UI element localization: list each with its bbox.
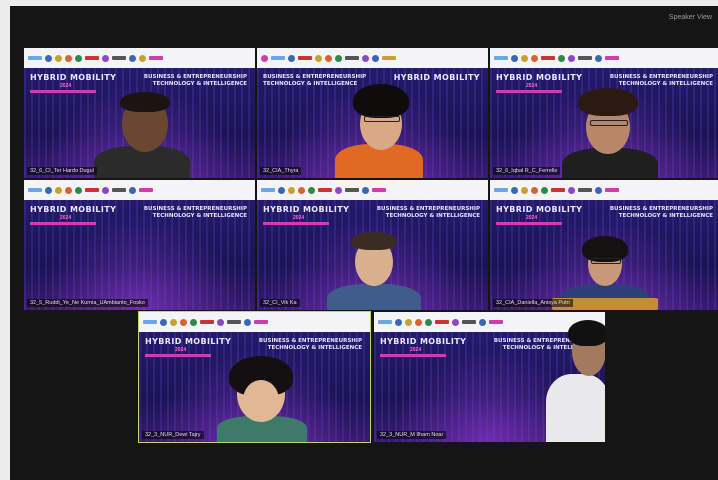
participant-name: 32_CIA_Thyra [260, 167, 302, 175]
sponsor-logos-banner [139, 312, 370, 332]
theme-line-1: BUSINESS & ENTREPRENEURSHIP [258, 338, 362, 344]
event-underline [145, 354, 211, 357]
event-underline [496, 222, 562, 225]
participant-name: 32_3_NUR_M Ilham Noar [377, 431, 447, 439]
participant-name: 32_CIA_Daniella_Anisya Putri [493, 299, 573, 307]
participant-name: 32_3_NUR_Dewi Tajry [142, 431, 204, 439]
participant-name: 32_CI_Vik Ka [260, 299, 300, 307]
participant-name: 32_5_Ruddi_Ye_Ne Kurnia_UAmbianto_Fosko [27, 299, 148, 307]
event-title: HYBRID MOBILITY [496, 73, 583, 82]
view-label[interactable]: Speaker View [669, 14, 712, 21]
event-year: 2024 [60, 215, 72, 221]
event-title: HYBRID MOBILITY [393, 73, 480, 82]
theme-line-1: BUSINESS & ENTREPRENEURSHIP [609, 206, 713, 212]
theme-line-2: TECHNOLOGY & INTELLIGENCE [263, 81, 358, 87]
participant-tile[interactable]: HYBRID MOBILITY 2024 BUSINESS & ENTREPRE… [374, 312, 605, 442]
sponsor-logos-banner [24, 180, 255, 200]
participant-tile[interactable]: HYBRID MOBILITY 2024 BUSINESS & ENTREPRE… [24, 48, 255, 178]
sponsor-logos-banner [257, 48, 488, 68]
theme-line-2: TECHNOLOGY & INTELLIGENCE [152, 213, 247, 219]
event-underline [263, 222, 329, 225]
theme-line-2: TECHNOLOGY & INTELLIGENCE [618, 81, 713, 87]
theme-line-2: TECHNOLOGY & INTELLIGENCE [618, 213, 713, 219]
theme-line-1: BUSINESS & ENTREPRENEURSHIP [376, 206, 480, 212]
participant-tile[interactable]: HYBRID MOBILITY 2024 BUSINESS & ENTREPRE… [24, 180, 255, 310]
event-year: 2024 [175, 347, 187, 353]
participant-name: 32_6_CI_Ter Hardo Dugul [27, 167, 97, 175]
theme-line-1: BUSINESS & ENTREPRENEURSHIP [263, 74, 367, 80]
event-underline [30, 222, 96, 225]
event-underline [496, 90, 562, 93]
sponsor-logos-banner [257, 180, 488, 200]
participant-tile[interactable]: HYBRID MOBILITY 2024 BUSINESS & ENTREPRE… [490, 180, 718, 310]
event-title: HYBRID MOBILITY [30, 73, 117, 82]
participant-name: 32_6_Iqbal R_C_Ferrelle [493, 167, 561, 175]
sponsor-logos-banner [490, 180, 718, 200]
event-title: HYBRID MOBILITY [145, 337, 232, 346]
participant-tile[interactable]: HYBRID MOBILITY 2024 BUSINESS & ENTREPRE… [257, 180, 488, 310]
participant-tile-active-speaker[interactable]: HYBRID MOBILITY 2024 BUSINESS & ENTREPRE… [138, 311, 371, 443]
event-title: HYBRID MOBILITY [380, 337, 467, 346]
sponsor-logos-banner [490, 48, 718, 68]
event-title: HYBRID MOBILITY [496, 205, 583, 214]
theme-line-1: BUSINESS & ENTREPRENEURSHIP [143, 206, 247, 212]
sponsor-logos-banner [24, 48, 255, 68]
event-year: 2024 [293, 215, 305, 221]
event-underline [30, 90, 96, 93]
event-year: 2024 [60, 83, 72, 89]
event-year: 2024 [526, 83, 538, 89]
event-year: 2024 [410, 347, 422, 353]
theme-line-1: BUSINESS & ENTREPRENEURSHIP [609, 74, 713, 80]
theme-line-2: TECHNOLOGY & INTELLIGENCE [152, 81, 247, 87]
meeting-window: Speaker View HYBRID MOBILITY 2024 BUSINE… [10, 6, 718, 480]
participant-tile[interactable]: BUSINESS & ENTREPRENEURSHIP TECHNOLOGY &… [257, 48, 488, 178]
theme-line-1: BUSINESS & ENTREPRENEURSHIP [143, 74, 247, 80]
theme-line-2: TECHNOLOGY & INTELLIGENCE [385, 213, 480, 219]
event-title: HYBRID MOBILITY [30, 205, 117, 214]
event-year: 2024 [526, 215, 538, 221]
participant-tile[interactable]: HYBRID MOBILITY 2024 BUSINESS & ENTREPRE… [490, 48, 718, 178]
event-underline [380, 354, 446, 357]
event-title: HYBRID MOBILITY [263, 205, 350, 214]
theme-line-2: TECHNOLOGY & INTELLIGENCE [267, 345, 362, 351]
